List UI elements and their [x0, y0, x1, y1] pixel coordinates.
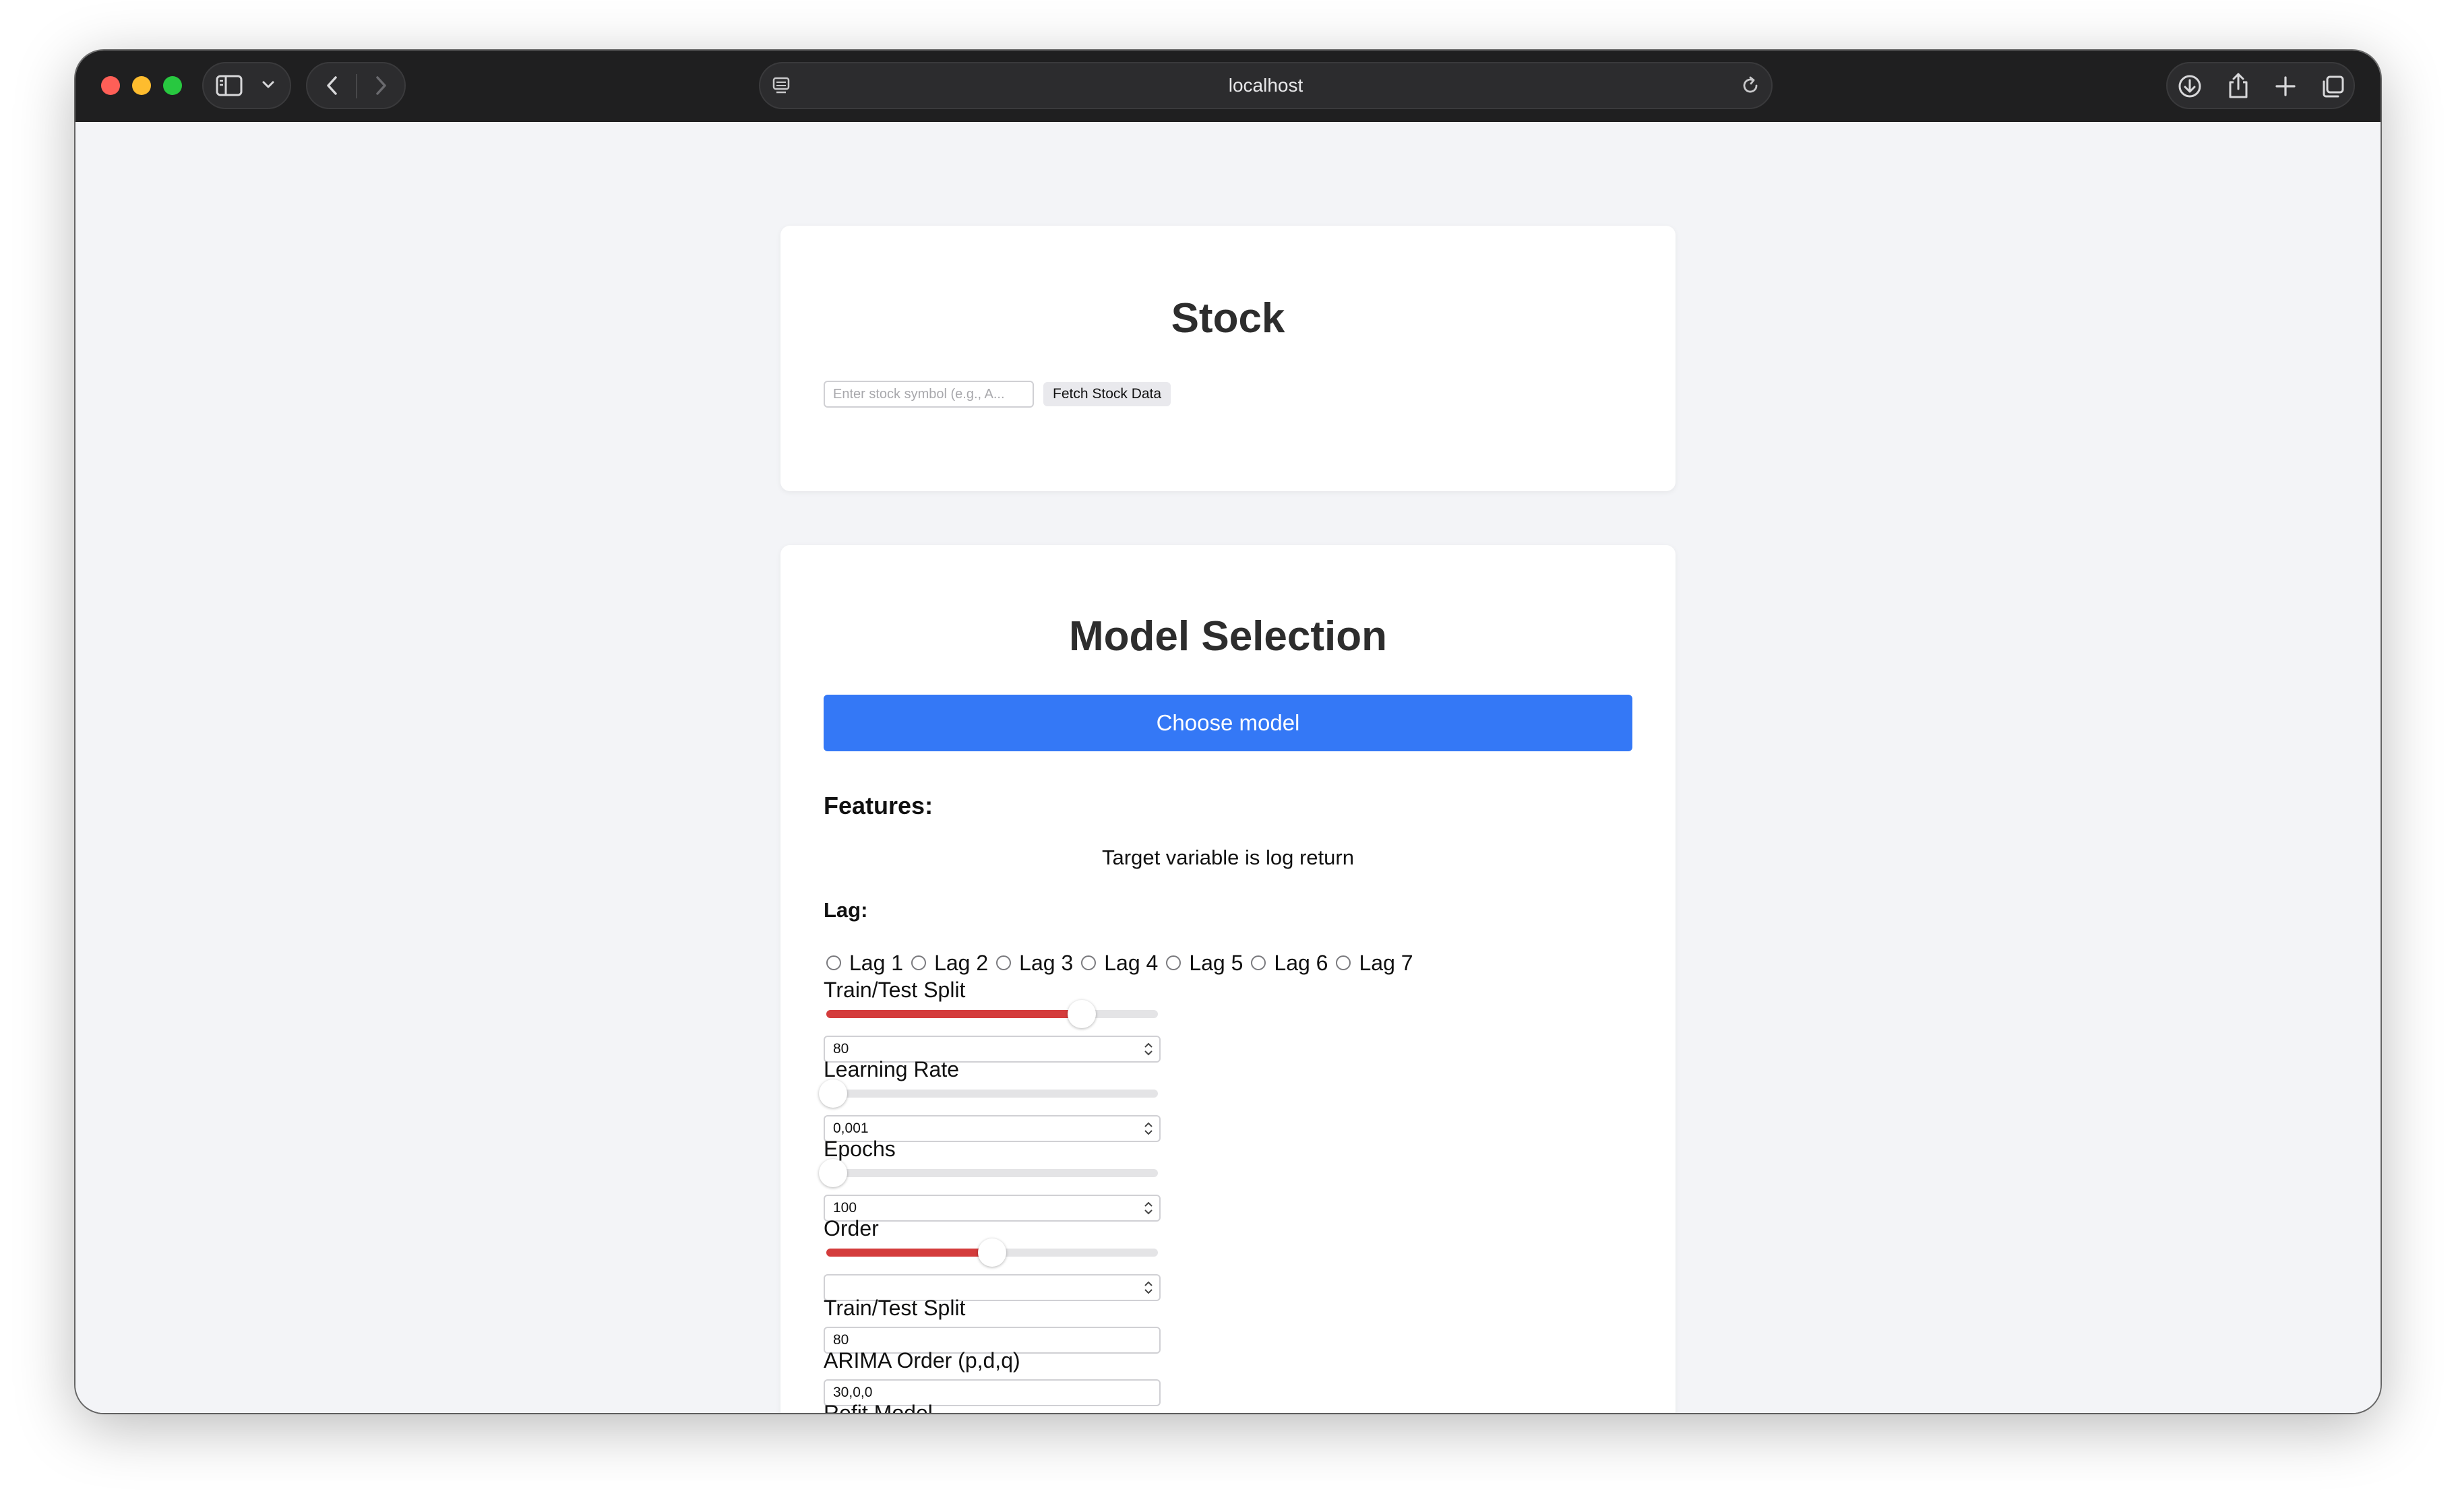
lag-option[interactable]: Lag 2 [909, 951, 988, 976]
lag-option[interactable]: Lag 6 [1248, 951, 1328, 976]
fetch-stock-data-button[interactable]: Fetch Stock Data [1043, 382, 1171, 406]
refit-model-label: Refit Model [824, 1401, 933, 1413]
lag-option[interactable]: Lag 4 [1078, 951, 1158, 976]
navigation-group [306, 62, 406, 109]
browser-toolbar: localhost [75, 51, 2381, 122]
lag-radio[interactable] [996, 955, 1012, 970]
lag-radio[interactable] [1081, 955, 1097, 970]
lag-option[interactable]: Lag 7 [1333, 951, 1413, 976]
stepper-icon[interactable] [1143, 1280, 1154, 1304]
stock-card: Stock Fetch Stock Data [780, 226, 1676, 491]
lag-option[interactable]: Lag 5 [1163, 951, 1243, 976]
lag-heading: Lag: [824, 898, 868, 922]
share-icon[interactable] [2225, 71, 2251, 100]
slider-thumb[interactable] [1067, 1000, 1096, 1028]
stepper-icon[interactable] [1143, 1041, 1154, 1065]
lag-radio[interactable] [826, 955, 841, 970]
zoom-window-button[interactable] [163, 76, 182, 95]
toolbar-actions [2166, 62, 2355, 109]
learning-rate-label: Learning Rate [824, 1057, 960, 1081]
epochs-slider[interactable] [818, 1159, 1158, 1187]
stepper-icon[interactable] [1143, 1200, 1154, 1224]
sidebar-toggle-group [202, 62, 291, 109]
stepper-icon[interactable] [1143, 1121, 1154, 1145]
slider-thumb[interactable] [818, 1079, 847, 1108]
address-text[interactable]: localhost [760, 63, 1771, 108]
back-icon[interactable] [325, 75, 340, 96]
lag-option[interactable]: Lag 3 [993, 951, 1073, 976]
model-selection-title: Model Selection [1069, 613, 1387, 660]
sidebar-icon[interactable] [216, 74, 243, 97]
chevron-down-icon[interactable] [262, 80, 275, 90]
lag-option[interactable]: Lag 1 [824, 951, 903, 976]
model-selection-card: Model Selection Choose model Features: T… [780, 545, 1676, 1413]
epochs-label: Epochs [824, 1137, 896, 1161]
choose-model-button[interactable]: Choose model [824, 695, 1632, 751]
browser-window: localhost Stock Fetch Stock Data [75, 51, 2381, 1413]
train-test-split-slider[interactable] [826, 1000, 1158, 1028]
arima-train-test-split-label: Train/Test Split [824, 1296, 966, 1320]
arima-order-label: ARIMA Order (p,d,q) [824, 1348, 1020, 1373]
stock-symbol-input[interactable] [824, 381, 1034, 408]
page-content: Stock Fetch Stock Data Model Selection C… [75, 122, 2381, 1413]
learning-rate-slider[interactable] [818, 1079, 1158, 1108]
slider-thumb[interactable] [978, 1238, 1006, 1267]
lag-radio[interactable] [1251, 955, 1266, 970]
train-test-split-label: Train/Test Split [824, 978, 966, 1002]
close-window-button[interactable] [101, 76, 120, 95]
new-tab-icon[interactable] [2274, 75, 2297, 98]
order-label: Order [824, 1216, 879, 1240]
download-icon[interactable] [2177, 73, 2203, 99]
lag-radio[interactable] [911, 955, 927, 970]
address-bar[interactable]: localhost [759, 62, 1773, 109]
lag-radio[interactable] [1166, 955, 1181, 970]
stock-title: Stock [1171, 295, 1285, 342]
lag-radio[interactable] [1336, 955, 1351, 970]
minimize-window-button[interactable] [132, 76, 151, 95]
lag-options: Lag 1 Lag 2 Lag 3 Lag 4 Lag 5 Lag 6 Lag … [824, 949, 1419, 976]
order-slider[interactable] [826, 1238, 1158, 1267]
tab-overview-icon[interactable] [2320, 74, 2345, 100]
target-variable-text: Target variable is log return [1102, 846, 1354, 869]
features-heading: Features: [824, 792, 933, 819]
slider-thumb[interactable] [818, 1159, 847, 1187]
forward-icon[interactable] [373, 75, 388, 96]
reload-icon[interactable] [1740, 75, 1760, 96]
